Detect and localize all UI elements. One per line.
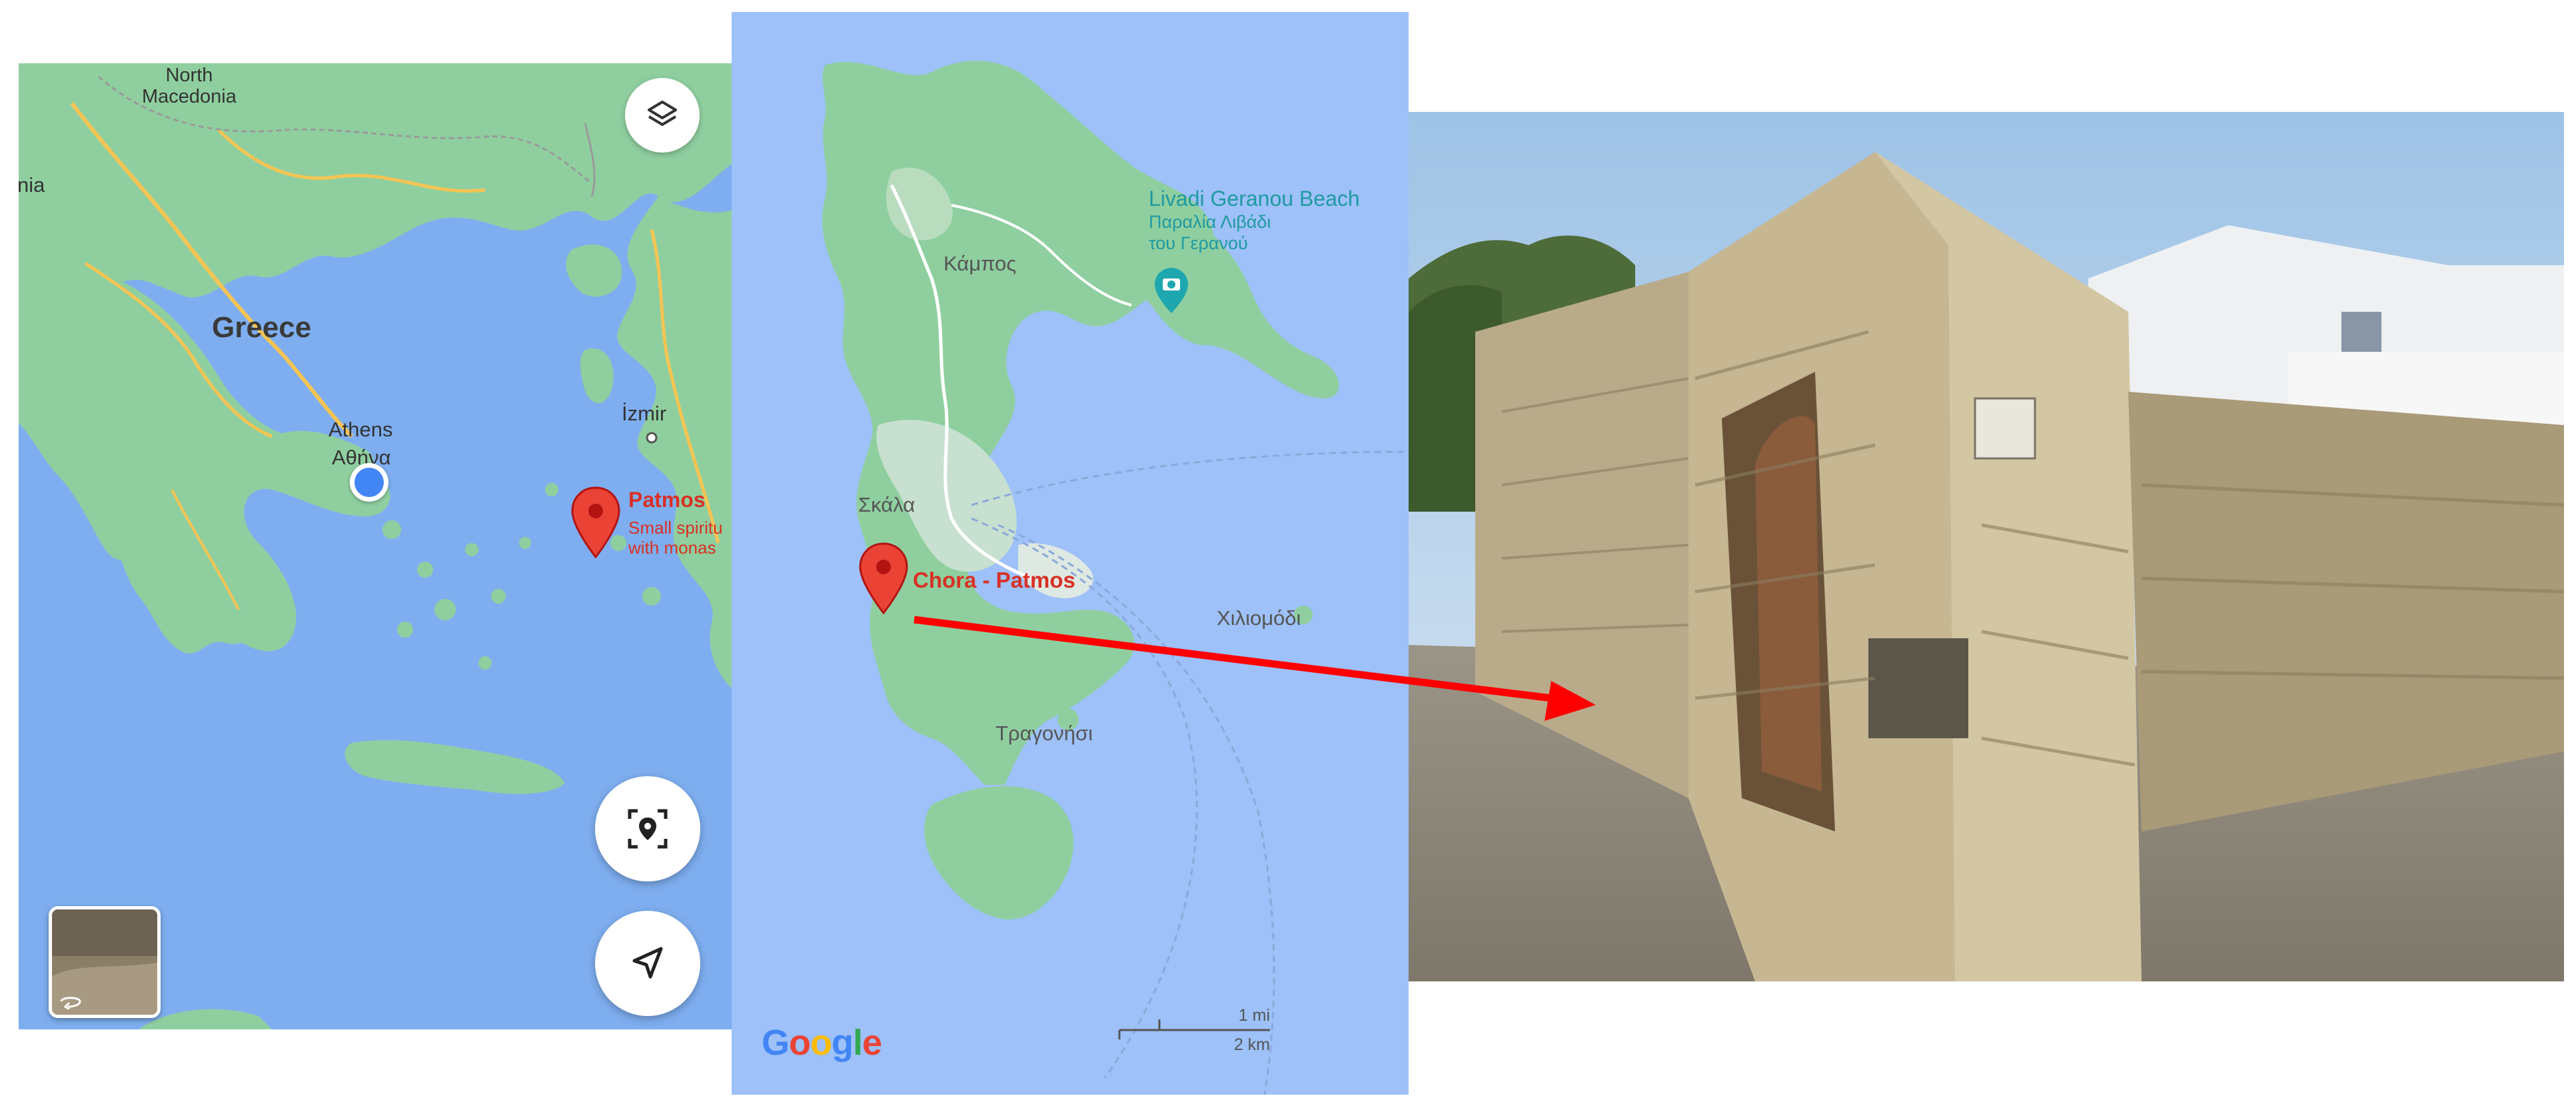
beach-greek-line1: Παραλία Λιβάδι	[1149, 212, 1271, 232]
beach-name-label[interactable]: Livadi Geranou Beach	[1149, 187, 1360, 211]
tragonisi-label: Τραγονήσι	[995, 722, 1093, 745]
navigation-arrow-icon	[632, 947, 663, 979]
beach-poi-marker[interactable]	[1153, 267, 1190, 314]
island-map-graphic	[732, 12, 1409, 1095]
overview-map-graphic	[19, 63, 733, 1029]
patmos-subtitle-line1: Small spiritu	[628, 518, 723, 538]
logo-letter: o	[810, 1023, 832, 1063]
chiliomodi-label: Χιλιομόδι	[1217, 606, 1301, 630]
skala-label: Σκάλα	[858, 493, 916, 516]
street-view-thumbnail[interactable]	[49, 906, 161, 1018]
navigate-button[interactable]	[595, 911, 700, 1016]
logo-letter: e	[862, 1023, 882, 1063]
overview-map[interactable]: North Macedonia nia Greece Athens Αθήνα …	[19, 63, 733, 1029]
rotate-icon	[60, 997, 81, 1009]
north-macedonia-label: North Macedonia	[142, 65, 237, 107]
logo-letter: l	[853, 1023, 863, 1063]
greece-label: Greece	[212, 311, 312, 344]
izmir-label: İzmir	[622, 402, 667, 425]
logo-letter: o	[789, 1023, 811, 1063]
patmos-subtitle-line2: with monas	[628, 538, 716, 558]
focus-location-button[interactable]	[595, 776, 700, 881]
scale-metric: 2 km	[1233, 1035, 1270, 1054]
map-pin-icon	[859, 542, 908, 615]
layers-button[interactable]	[625, 78, 700, 153]
patmos-island-map[interactable]: Κάμπος Livadi Geranou Beach Παραλία Λιβά…	[732, 12, 1409, 1095]
patmos-title[interactable]: Patmos	[628, 488, 706, 512]
patmos-pin[interactable]	[570, 486, 621, 560]
google-logo: Google	[762, 1022, 882, 1063]
location-focus-icon	[628, 809, 668, 849]
kampos-label: Κάμπος	[944, 252, 1017, 275]
camera-icon	[1155, 268, 1188, 313]
beach-greek-line2: του Γερανού	[1149, 233, 1248, 253]
athens-label: Athens	[328, 418, 393, 441]
logo-letter: g	[832, 1023, 854, 1063]
street-photo	[1409, 112, 2564, 981]
chora-pin[interactable]	[858, 542, 909, 616]
edge-label: nia	[19, 173, 45, 197]
scale-bar: 1 mi 2 km	[1118, 1006, 1271, 1059]
chora-label[interactable]: Chora - Patmos	[913, 568, 1075, 593]
layers-icon	[648, 101, 677, 126]
logo-letter: G	[762, 1023, 790, 1063]
north-macedonia-line1: North	[165, 65, 213, 86]
map-pin-icon	[571, 486, 620, 559]
north-macedonia-line2: Macedonia	[142, 86, 237, 107]
stone-ruin-photo	[1409, 112, 2564, 981]
current-location-dot	[350, 463, 388, 502]
